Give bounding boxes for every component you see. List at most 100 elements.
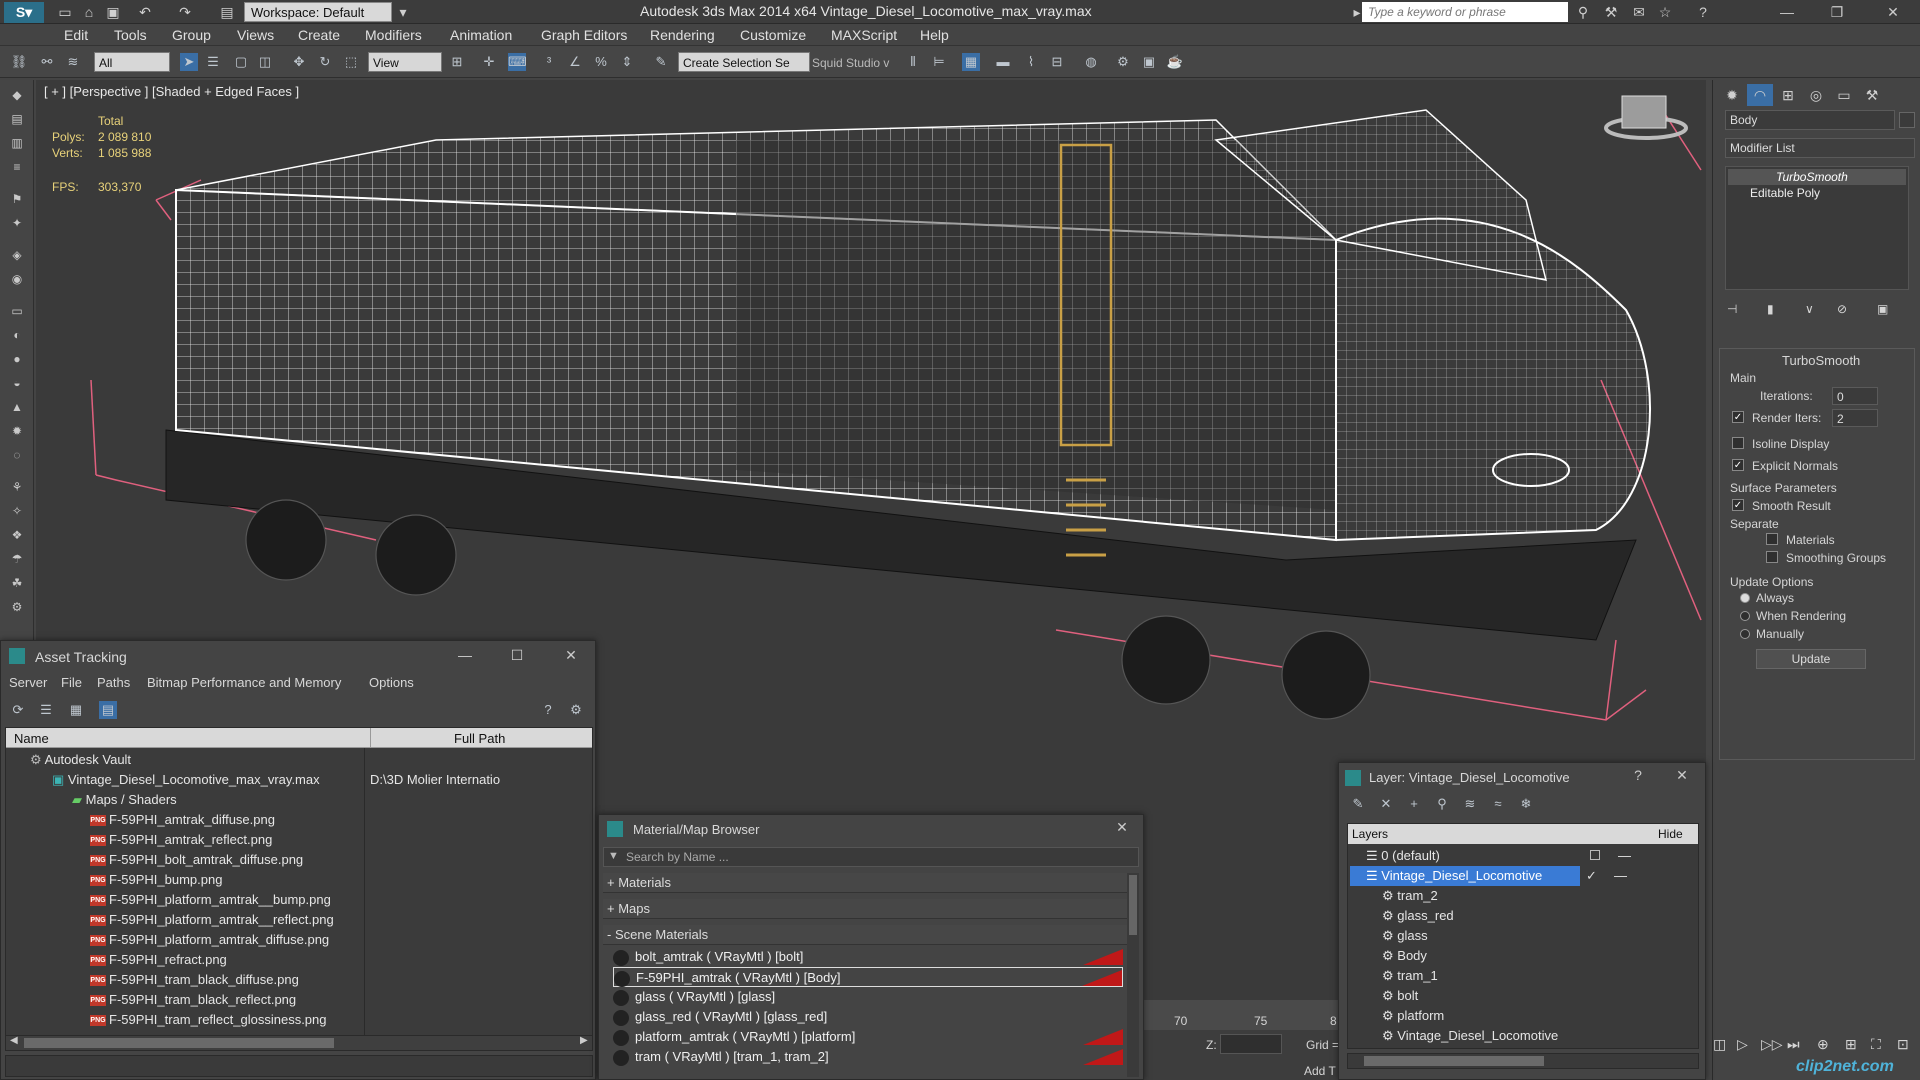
- object-name-field[interactable]: Body: [1725, 110, 1895, 130]
- material-scroll-thumb[interactable]: [1129, 875, 1137, 935]
- menu-customize[interactable]: Customize: [740, 27, 806, 43]
- layer-horizontal-scrollbar[interactable]: [1347, 1053, 1699, 1069]
- rotate-icon[interactable]: ↻: [316, 53, 334, 71]
- close-button[interactable]: ✕: [1870, 0, 1916, 24]
- layer-row-default[interactable]: ☰ 0 (default) —: [1366, 846, 1686, 866]
- material-search-input[interactable]: Search by Name ...: [626, 850, 729, 864]
- when-rendering-radio[interactable]: [1740, 611, 1750, 621]
- scene-material-row[interactable]: glass ( VRayMtl ) [glass]: [613, 987, 1123, 1007]
- ls-tool-icon-8[interactable]: ◉: [6, 270, 28, 288]
- layer-close-button[interactable]: ✕: [1665, 763, 1699, 787]
- zoom-extents-icon[interactable]: ⊞: [1845, 1036, 1857, 1053]
- schematic-view-icon[interactable]: ⊟: [1048, 53, 1066, 71]
- asset-file-row[interactable]: PNG F-59PHI_platform_amtrak_diffuse.png: [90, 930, 329, 950]
- layer-object-row[interactable]: ⚙ tram_1: [1382, 966, 1438, 986]
- nav-orbit-icon[interactable]: ◫: [1713, 1036, 1726, 1053]
- material-browser-scrollbar[interactable]: [1127, 873, 1139, 1077]
- render-iters-spinner[interactable]: 2: [1832, 409, 1878, 427]
- hide-all-icon[interactable]: ≈: [1489, 795, 1507, 813]
- render-setup-icon[interactable]: ⚙: [1114, 53, 1132, 71]
- render-iters-checkbox[interactable]: ✓: [1732, 411, 1744, 423]
- workspace-select[interactable]: Workspace: Default: [244, 2, 392, 22]
- ls-tool-icon-6[interactable]: ✦: [6, 214, 28, 232]
- asset-menu-options[interactable]: Options: [369, 675, 414, 690]
- open-file-icon[interactable]: ⌂: [80, 3, 98, 21]
- asset-file-row[interactable]: PNG F-59PHI_bump.png: [90, 870, 222, 890]
- asset-file-row[interactable]: PNG F-59PHI_tram_reflect_glossiness.png: [90, 1010, 327, 1030]
- remove-modifier-icon[interactable]: ⊘: [1837, 302, 1847, 316]
- asset-file-row[interactable]: PNG F-59PHI_tram_black_diffuse.png: [90, 970, 299, 990]
- menu-rendering[interactable]: Rendering: [650, 27, 715, 43]
- scene-material-row-selected[interactable]: F-59PHI_amtrak ( VRayMtl ) [Body]: [613, 967, 1123, 987]
- scroll-right-icon[interactable]: ▶: [580, 1035, 588, 1046]
- snaps-toggle-icon[interactable]: ³: [540, 53, 558, 71]
- unlink-icon[interactable]: ⚯: [38, 53, 56, 71]
- select-object-icon[interactable]: ➤: [180, 53, 198, 71]
- ls-tool-icon-21[interactable]: ⚙: [6, 598, 28, 616]
- refresh-icon[interactable]: ⟳: [9, 701, 27, 719]
- spinner-snap-icon[interactable]: ⇕: [618, 53, 636, 71]
- scene-material-row[interactable]: platform_amtrak ( VRayMtl ) [platform]: [613, 1027, 1123, 1047]
- curve-editor-icon[interactable]: ⌇: [1022, 53, 1040, 71]
- ls-tool-icon-16[interactable]: ⚘: [6, 478, 28, 496]
- update-button[interactable]: Update: [1756, 649, 1866, 669]
- layer-object-row[interactable]: ⚙ glass: [1382, 926, 1428, 946]
- rectangle-selection-icon[interactable]: ▢: [232, 53, 250, 71]
- maps-group-header[interactable]: + Maps: [603, 899, 1127, 919]
- help-icon[interactable]: ?: [1694, 3, 1712, 21]
- smoothing-groups-checkbox[interactable]: [1766, 551, 1778, 563]
- create-tab-icon[interactable]: ✹: [1719, 84, 1745, 106]
- minimize-button[interactable]: —: [1764, 0, 1810, 24]
- edit-named-selection-icon[interactable]: ✎: [652, 53, 670, 71]
- col-path-header[interactable]: Full Path: [454, 731, 505, 746]
- layer-row-locomotive-selected[interactable]: ☰ Vintage_Diesel_Locomotive: [1350, 866, 1580, 886]
- zoom-icon[interactable]: ⊕: [1817, 1036, 1829, 1053]
- set-current-layer-icon[interactable]: ≋: [1461, 795, 1479, 813]
- search-input[interactable]: Type a keyword or phrase: [1362, 2, 1568, 22]
- ls-tool-icon-4[interactable]: ≡: [6, 158, 28, 176]
- asset-file-row[interactable]: PNG F-59PHI_tram_black_reflect.png: [90, 990, 296, 1010]
- current-layer-box[interactable]: [1590, 850, 1600, 860]
- hierarchy-tab-icon[interactable]: ⊞: [1775, 84, 1801, 106]
- select-by-name-icon[interactable]: ☰: [204, 53, 222, 71]
- ls-tool-icon-5[interactable]: ⚑: [6, 190, 28, 208]
- asset-menu-paths[interactable]: Paths: [97, 675, 130, 690]
- asset-menu-file[interactable]: File: [61, 675, 82, 690]
- scrollbar-thumb[interactable]: [24, 1038, 334, 1048]
- utilities-tab-icon[interactable]: ⚒: [1859, 84, 1885, 106]
- menu-help[interactable]: Help: [920, 27, 949, 43]
- select-in-layer-icon[interactable]: ⚲: [1433, 795, 1451, 813]
- scroll-left-icon[interactable]: ◀: [10, 1035, 18, 1046]
- field-of-view-icon[interactable]: ⛶: [1871, 1036, 1881, 1053]
- vault-help-icon[interactable]: ?: [539, 701, 557, 719]
- menu-animation[interactable]: Animation: [450, 27, 512, 43]
- modifier-list-select[interactable]: Modifier List: [1725, 138, 1915, 158]
- iterations-spinner[interactable]: 0: [1832, 387, 1878, 405]
- hide-col-header[interactable]: Hide: [1658, 827, 1683, 841]
- new-file-icon[interactable]: ▭: [56, 3, 74, 21]
- menu-create[interactable]: Create: [298, 27, 340, 43]
- material-editor-icon[interactable]: ◍: [1082, 53, 1100, 71]
- scene-material-row[interactable]: bolt_amtrak ( VRayMtl ) [bolt]: [613, 947, 1123, 967]
- viewport-label[interactable]: [ + ] [Perspective ] [Shaded + Edged Fac…: [44, 84, 299, 99]
- ls-tool-icon-2[interactable]: ▤: [6, 110, 28, 128]
- material-search-bar[interactable]: ▼ Search by Name ...: [603, 847, 1139, 867]
- ls-tool-icon-20[interactable]: ☘: [6, 574, 28, 592]
- ls-tool-icon-14[interactable]: ✹: [6, 422, 28, 440]
- materials-group-header[interactable]: + Materials: [603, 873, 1127, 893]
- ref-coord-select[interactable]: View: [368, 52, 442, 72]
- angle-snap-icon[interactable]: ∠: [566, 53, 584, 71]
- next-frame-icon[interactable]: ▷▷: [1761, 1036, 1783, 1053]
- always-radio[interactable]: [1740, 593, 1750, 603]
- scene-material-row[interactable]: tram ( VRayMtl ) [tram_1, tram_2]: [613, 1047, 1123, 1067]
- list-view-icon[interactable]: ☰: [37, 701, 55, 719]
- time-ruler[interactable]: [1142, 1000, 1342, 1030]
- keyboard-shortcut-icon[interactable]: ⌨: [508, 53, 527, 71]
- ls-tool-icon-17[interactable]: ✧: [6, 502, 28, 520]
- manually-radio[interactable]: [1740, 629, 1750, 639]
- layers-col-header[interactable]: Layers: [1352, 827, 1388, 841]
- asset-file-row[interactable]: PNG F-59PHI_platform_amtrak__bump.png: [90, 890, 331, 910]
- menu-group[interactable]: Group: [172, 27, 211, 43]
- squid-studio-label[interactable]: Squid Studio v: [812, 56, 889, 70]
- play-icon[interactable]: ▷: [1737, 1036, 1748, 1053]
